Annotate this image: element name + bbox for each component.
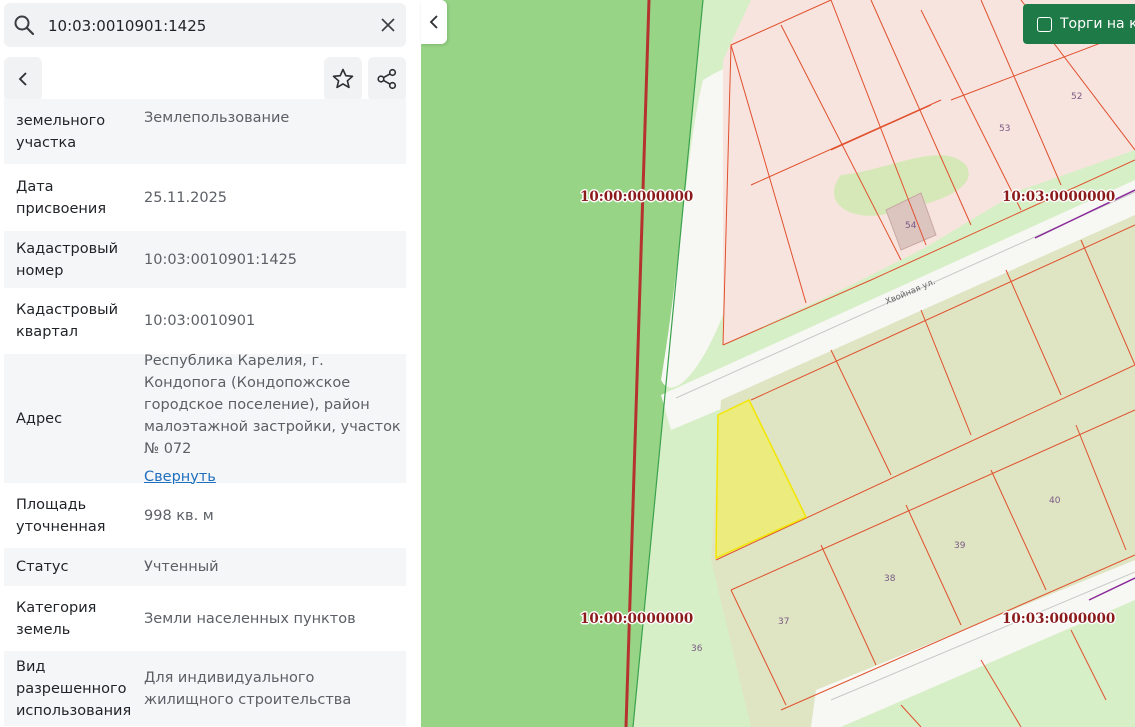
detail-key: Площадь уточненная: [16, 496, 106, 535]
detail-value: Для индивидуального жилищного строительс…: [144, 669, 352, 708]
detail-key: Кадастровый квартал: [16, 302, 119, 340]
detail-key: земельного участка: [16, 112, 106, 151]
detail-row-date: Дата присвоения 25.11.2025: [4, 169, 406, 231]
detail-row-status: Статус Учтенный: [4, 548, 406, 591]
collapse-address-link[interactable]: Свернуть: [144, 466, 406, 488]
plot-number: 36: [691, 644, 703, 654]
quarter-label: 10:00:0000000: [580, 189, 694, 205]
detail-row-type: земельного участка Землепользование: [4, 99, 406, 169]
detail-value: Земли населенных пунктов: [144, 610, 356, 627]
auction-label: Торги на к: [1060, 16, 1135, 32]
plot-number: 39: [954, 541, 966, 551]
detail-row-land-category: Категория земель Земли населенных пункто…: [4, 591, 406, 651]
plot-number: 38: [884, 574, 896, 584]
detail-value-wrap: Республика Карелия, г. Кондопога (Кондоп…: [144, 350, 406, 488]
details-list: земельного участка Землепользование Дата…: [4, 99, 406, 727]
detail-value: Землепользование: [144, 110, 290, 126]
details-panel: земельного участка Землепользование Дата…: [0, 0, 412, 727]
search-icon[interactable]: [13, 14, 35, 36]
detail-key: Категория земель: [16, 599, 97, 638]
plot-number: 53: [999, 124, 1011, 134]
detail-key: Вид разрешенного использования: [16, 658, 132, 719]
detail-row-area: Площадь уточненная 998 кв. м: [4, 488, 406, 548]
star-icon: [332, 68, 354, 89]
quarter-label: 10:03:0000000: [1002, 611, 1116, 627]
detail-key: Статус: [16, 559, 69, 575]
detail-value: 998 кв. м: [144, 507, 214, 524]
detail-row-cadastral-quarter: Кадастровый квартал 10:03:0010901: [4, 293, 406, 354]
card-toolbar: [0, 55, 412, 103]
detail-value: Учтенный: [144, 559, 219, 575]
detail-value: 10:03:0010901: [144, 313, 256, 329]
checkbox-icon[interactable]: [1037, 16, 1052, 32]
plot-number: 52: [1071, 92, 1083, 102]
share-icon: [377, 68, 397, 90]
detail-key: Кадастровый номер: [16, 240, 119, 279]
chevron-left-icon: [429, 15, 438, 29]
detail-row-permitted-use: Вид разрешенного использования Для индив…: [4, 651, 406, 727]
plot-number: 37: [778, 617, 790, 627]
share-button[interactable]: [368, 57, 406, 101]
plot-number: 40: [1049, 496, 1061, 506]
detail-key: Дата присвоения: [16, 178, 107, 217]
address-text: Республика Карелия, г. Кондопога (Кондоп…: [144, 352, 401, 457]
back-button[interactable]: [4, 57, 42, 101]
search-bar: [4, 3, 406, 47]
auction-toggle[interactable]: Торги на к: [1023, 4, 1135, 44]
quarter-label: 10:00:0000000: [580, 611, 694, 627]
detail-value: 25.11.2025: [144, 189, 228, 206]
collapse-panel-button[interactable]: [421, 0, 447, 44]
detail-row-cadastral-number: Кадастровый номер 10:03:0010901:1425: [4, 231, 406, 293]
plot-number: 54: [905, 221, 917, 231]
quarter-label: 10:03:0000000: [1002, 189, 1116, 205]
chevron-left-icon: [18, 72, 27, 86]
favorite-button[interactable]: [324, 57, 362, 101]
close-icon[interactable]: [379, 16, 397, 34]
detail-value: 10:03:0010901:1425: [144, 251, 298, 268]
detail-key: Адрес: [16, 410, 63, 427]
detail-row-address: Адрес Республика Карелия, г. Кондопога (…: [4, 353, 406, 488]
search-input[interactable]: [46, 12, 370, 40]
